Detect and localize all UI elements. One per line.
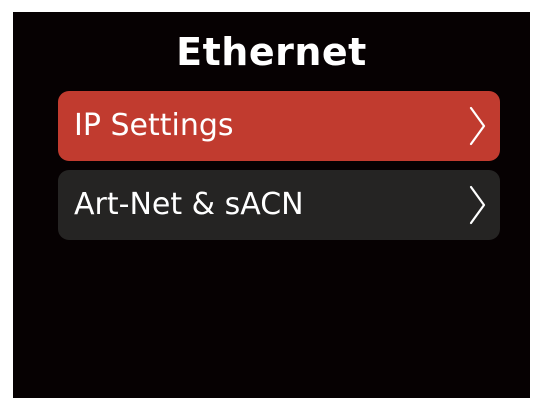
chevron-right-icon xyxy=(469,185,486,225)
chevron-right-icon xyxy=(469,106,486,146)
page-title: Ethernet xyxy=(176,30,367,74)
device-screen: Ethernet IP Settings Art-Net & sACN xyxy=(13,12,530,398)
menu-item-ip-settings[interactable]: IP Settings xyxy=(58,91,500,161)
menu-item-label: IP Settings xyxy=(74,108,234,143)
menu-item-artnet-sacn[interactable]: Art-Net & sACN xyxy=(58,170,500,240)
menu-item-label: Art-Net & sACN xyxy=(74,187,304,222)
